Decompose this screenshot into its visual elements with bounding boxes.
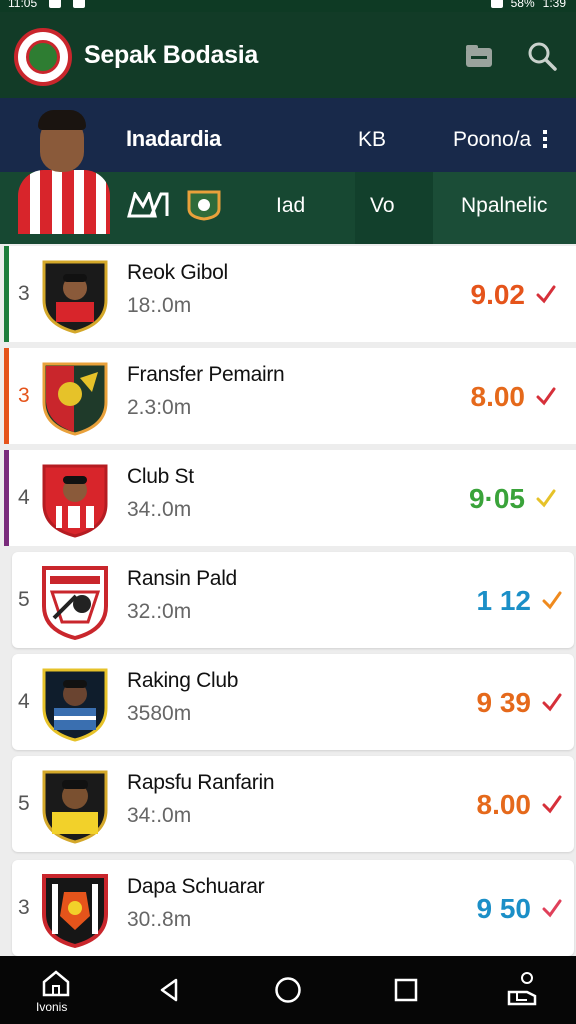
rank: 5 [18, 588, 30, 611]
column-position[interactable]: Poono/a [453, 128, 531, 152]
rank: 3 [18, 282, 30, 305]
rank: 5 [18, 792, 30, 815]
profile-icon [507, 972, 537, 1006]
player-name: Fransfer Pemairn [127, 363, 285, 386]
list-item-stripe [4, 348, 9, 444]
player-time: 2.3:0m [127, 396, 192, 419]
rank: 3 [18, 384, 30, 407]
player-name: Raking Club [127, 669, 239, 692]
player-name: Rapsfu Ranfarin [127, 771, 275, 794]
check-icon[interactable] [542, 692, 562, 712]
recents-square-icon [394, 978, 418, 1002]
player-name: Club St [127, 465, 194, 488]
check-icon[interactable] [536, 386, 556, 406]
notification-icon [73, 0, 86, 8]
nav-profile-button[interactable] [492, 956, 552, 1024]
app-bar: Sepak Bodasia [0, 12, 576, 98]
player-score: 8.00 [476, 789, 532, 820]
player-shield-icon [42, 668, 108, 742]
search-icon[interactable] [526, 40, 558, 72]
nav-back-button[interactable] [140, 956, 200, 1024]
label-lad[interactable]: Iad [276, 194, 305, 218]
list-item[interactable]: 5 Ransin Pald 32.:0m 1 12 [12, 552, 574, 648]
status-bar: 11:05 58% 1:39 [0, 0, 576, 12]
list-item[interactable]: 3 Fransfer Pemairn 2.3:0m 8.00 [4, 348, 576, 444]
column-kb[interactable]: KB [358, 128, 386, 152]
club-logo-icon [14, 28, 72, 86]
player-time: 34:.0m [127, 498, 192, 521]
list-item[interactable]: 5 Rapsfu Ranfarin 34:.0m 8.00 [12, 756, 574, 852]
image-icon [49, 0, 62, 8]
status-clock: 1:39 [542, 0, 566, 10]
player-time: 32.:0m [127, 600, 192, 623]
player-avatar [16, 104, 110, 234]
player-score: 9 39 [476, 687, 532, 718]
check-icon[interactable] [536, 284, 556, 304]
folder-icon[interactable] [463, 40, 495, 72]
player-profile-header: Inadardia KB Poono/a Iad Vo Npalnelic [0, 98, 576, 244]
nav-home-label: Ivonis [36, 1000, 68, 1014]
label-npalnelic[interactable]: Npalnelic [461, 194, 547, 218]
player-score: 9·05 [468, 483, 525, 514]
player-shield-icon [42, 770, 108, 844]
league-badge-icon [127, 192, 169, 218]
status-time: 11:05 [8, 0, 38, 10]
label-vo[interactable]: Vo [370, 194, 395, 218]
list-item[interactable]: 4 Club St 34:.0m 9·05 [4, 450, 576, 546]
club-badge-icon [187, 190, 221, 221]
battery-percent: 58% [510, 0, 535, 10]
player-score: 9.02 [470, 279, 526, 310]
rank: 4 [18, 486, 30, 509]
player-shield-icon [42, 362, 108, 436]
player-score: 9 50 [476, 893, 532, 924]
nav-recents-button[interactable] [376, 956, 436, 1024]
sort-icon[interactable] [539, 128, 551, 150]
player-name: Reok Gibol [127, 261, 228, 284]
player-shield-icon [42, 464, 108, 538]
player-time: 3580m [127, 702, 192, 725]
check-icon[interactable] [536, 488, 556, 508]
system-nav-bar: Ivonis [0, 956, 576, 1024]
rank: 3 [18, 896, 30, 919]
check-icon[interactable] [542, 794, 562, 814]
nav-home-circle-button[interactable] [258, 956, 318, 1024]
player-score: 8.00 [470, 381, 526, 412]
home-icon [42, 970, 70, 997]
list-item[interactable]: 3 Dapa Schuarar 30:.8m 9 50 [12, 860, 574, 956]
player-name: Ransin Pald [127, 567, 237, 590]
player-shield-icon [42, 260, 108, 334]
home-circle-icon [275, 977, 301, 1003]
player-score: 1 12 [476, 585, 532, 616]
player-shield-icon [42, 874, 108, 948]
list-item-stripe [4, 246, 9, 342]
player-name: Inadardia [126, 126, 222, 151]
player-list: 3 Reok Gibol 18:.0m 9.02 3 Fransfer Pema… [0, 244, 576, 956]
list-item-stripe [4, 450, 9, 546]
list-item[interactable]: 4 Raking Club 3580m 9 39 [12, 654, 574, 750]
player-time: 30:.8m [127, 908, 192, 931]
check-icon[interactable] [542, 590, 562, 610]
rank: 4 [18, 690, 30, 713]
player-shield-icon [42, 566, 108, 640]
list-item[interactable]: 3 Reok Gibol 18:.0m 9.02 [4, 246, 576, 342]
player-name: Dapa Schuarar [127, 875, 265, 898]
back-icon [160, 978, 178, 1002]
player-time: 34:.0m [127, 804, 192, 827]
player-time: 18:.0m [127, 294, 192, 317]
wifi-icon [490, 0, 503, 8]
app-title: Sepak Bodasia [84, 41, 258, 69]
check-icon[interactable] [542, 898, 562, 918]
